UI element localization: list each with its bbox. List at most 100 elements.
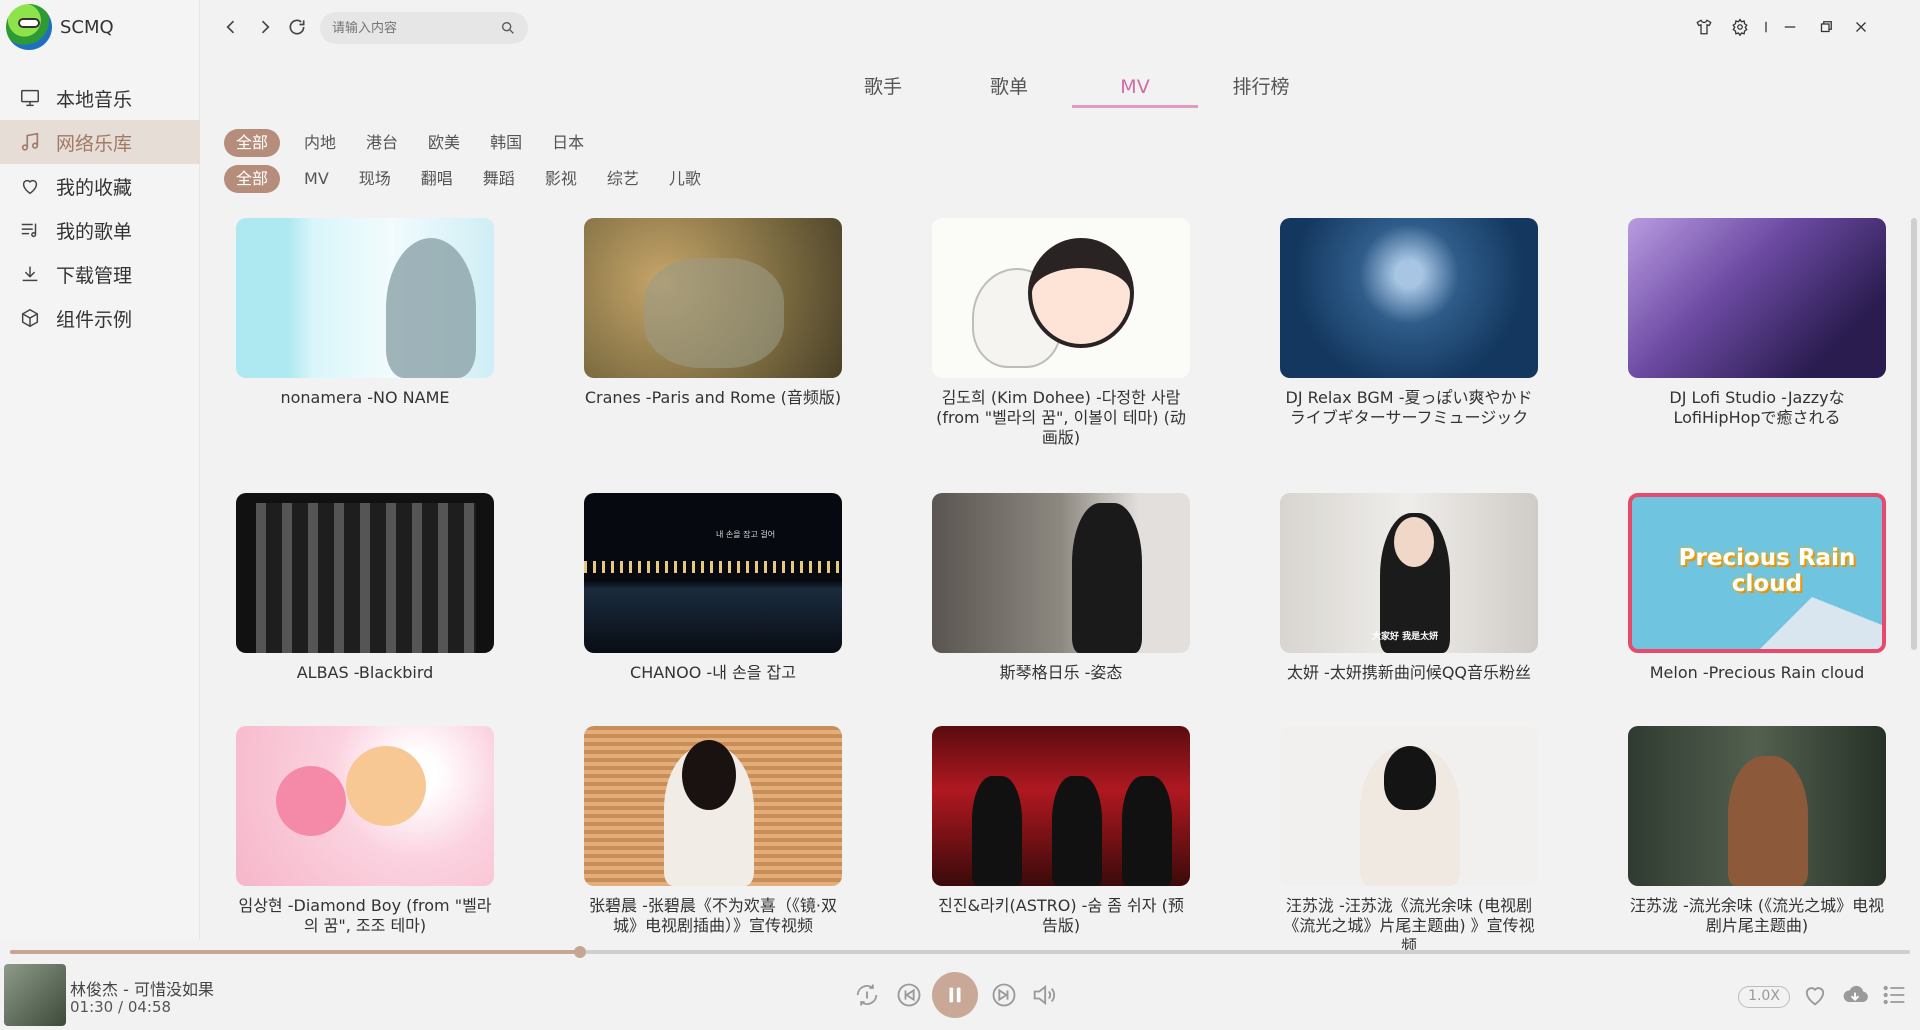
forward-button[interactable] <box>252 14 278 40</box>
refresh-button[interactable] <box>284 14 310 40</box>
mv-thumbnail[interactable] <box>932 493 1190 653</box>
region-chip-japan[interactable]: 日本 <box>546 129 590 157</box>
mv-thumbnail[interactable]: 내 손을 잡고 걸어 <box>584 493 842 653</box>
vertical-scrollbar[interactable] <box>1911 218 1917 650</box>
mv-card[interactable]: 진진&라키(ASTRO) -숨 좀 쉬자 (预告版) <box>932 726 1190 936</box>
speed-button[interactable]: 1.0X <box>1738 986 1790 1008</box>
mv-card[interactable]: 张碧晨 -张碧晨《不为欢喜（《镜·双城》电视剧插曲）》宣传视频 <box>584 726 842 936</box>
skip-next-icon <box>992 983 1016 1007</box>
sidebar-item-my-playlists[interactable]: 我的歌单 <box>0 208 200 252</box>
mv-title[interactable]: 汪苏泷 -流光余味 (《流光之城》电视剧片尾主题曲) <box>1628 896 1886 936</box>
minimize-button[interactable] <box>1777 14 1803 40</box>
mv-card[interactable]: Cranes -Paris and Rome (音频版) <box>584 218 842 408</box>
thumbnail-caption: Precious Rain cloud <box>1678 545 1856 597</box>
type-chip-cover[interactable]: 翻唱 <box>415 165 459 193</box>
play-mode-button[interactable] <box>852 980 882 1010</box>
mv-card[interactable]: DJ Lofi Studio -Jazzyな LofiHipHopで癒される <box>1628 218 1886 428</box>
type-chip-dance[interactable]: 舞蹈 <box>477 165 521 193</box>
mv-thumbnail[interactable] <box>1280 218 1538 378</box>
cube-icon <box>18 306 42 330</box>
mv-thumbnail[interactable] <box>236 218 494 378</box>
mv-title[interactable]: Melon -Precious Rain cloud <box>1628 663 1886 683</box>
like-button[interactable] <box>1800 980 1830 1010</box>
tab-playlists[interactable]: 歌单 <box>946 72 1072 108</box>
playback-progress[interactable] <box>10 946 1910 958</box>
playlist-button[interactable] <box>1880 980 1910 1010</box>
search-input[interactable] <box>332 20 492 36</box>
mv-card[interactable]: nonamera -NO NAME <box>236 218 494 408</box>
tab-charts[interactable]: 排行榜 <box>1198 72 1324 108</box>
mv-title[interactable]: 김도희 (Kim Dohee) -다정한 사람 (from "벨라의 꿈", 이… <box>932 388 1190 448</box>
region-chip-western[interactable]: 欧美 <box>422 129 466 157</box>
mv-thumbnail[interactable]: 大家好 我是太妍 <box>1280 493 1538 653</box>
mv-title[interactable]: DJ Relax BGM -夏っぽい爽やかドライブギターサーフミュージック <box>1280 388 1538 428</box>
close-button[interactable] <box>1848 14 1874 40</box>
mv-title[interactable]: Cranes -Paris and Rome (音频版) <box>584 388 842 408</box>
chevron-left-icon <box>226 20 235 34</box>
type-chip-variety[interactable]: 综艺 <box>601 165 645 193</box>
tab-mv[interactable]: MV <box>1072 72 1198 108</box>
mv-card[interactable]: DJ Relax BGM -夏っぽい爽やかドライブギターサーフミュージック <box>1280 218 1538 428</box>
region-chip-hk-tw[interactable]: 港台 <box>360 129 404 157</box>
album-cover[interactable] <box>4 964 66 1026</box>
mv-thumbnail[interactable] <box>584 218 842 378</box>
sidebar-item-favorites[interactable]: 我的收藏 <box>0 164 200 208</box>
type-chip-mv[interactable]: MV <box>298 165 335 193</box>
mv-title[interactable]: 张碧晨 -张碧晨《不为欢喜（《镜·双城》电视剧插曲）》宣传视频 <box>584 896 842 936</box>
mv-title[interactable]: 太妍 -太妍携新曲问候QQ音乐粉丝 <box>1280 663 1538 683</box>
pause-button[interactable] <box>932 972 978 1018</box>
mv-title[interactable]: 斯琴格日乐 -姿态 <box>932 663 1190 683</box>
sidebar: SCMQ 本地音乐 网络乐库 我的收藏 我的歌单 下载管理 组件示例 <box>0 0 200 940</box>
mv-thumbnail[interactable] <box>1628 726 1886 886</box>
mv-title[interactable]: 임상현 -Diamond Boy (from "벨라의 꿈", 조조 테마) <box>236 896 494 936</box>
mv-thumbnail[interactable] <box>584 726 842 886</box>
type-chip-film[interactable]: 影视 <box>539 165 583 193</box>
back-button[interactable] <box>218 14 244 40</box>
settings-button[interactable] <box>1727 14 1753 40</box>
mv-thumbnail[interactable] <box>236 726 494 886</box>
region-chip-mainland[interactable]: 内地 <box>298 129 342 157</box>
mv-title[interactable]: 진진&라키(ASTRO) -숨 좀 쉬자 (预告版) <box>932 896 1190 936</box>
sidebar-item-downloads[interactable]: 下载管理 <box>0 252 200 296</box>
download-button[interactable] <box>1840 980 1870 1010</box>
sidebar-item-components[interactable]: 组件示例 <box>0 296 200 340</box>
mv-title[interactable]: 汪苏泷 -汪苏泷《流光余味 (电视剧《流光之城》片尾主题曲) 》宣传视频 <box>1280 896 1538 956</box>
mv-card[interactable]: 임상현 -Diamond Boy (from "벨라의 꿈", 조조 테마) <box>236 726 494 936</box>
mv-thumbnail[interactable] <box>932 218 1190 378</box>
mv-card[interactable]: 斯琴格日乐 -姿态 <box>932 493 1190 683</box>
tab-singers[interactable]: 歌手 <box>820 72 946 108</box>
mv-card[interactable]: 내 손을 잡고 걸어 CHANOO -내 손을 잡고 <box>584 493 842 683</box>
mv-title[interactable]: DJ Lofi Studio -Jazzyな LofiHipHopで癒される <box>1628 388 1886 428</box>
mv-card[interactable]: 汪苏泷 -流光余味 (《流光之城》电视剧片尾主题曲) <box>1628 726 1886 936</box>
mv-title[interactable]: ALBAS -Blackbird <box>236 663 494 683</box>
previous-button[interactable] <box>894 980 924 1010</box>
sidebar-item-online-library[interactable]: 网络乐库 <box>0 120 200 164</box>
type-chip-all[interactable]: 全部 <box>224 165 281 193</box>
skin-button[interactable] <box>1691 14 1717 40</box>
type-chip-live[interactable]: 现场 <box>353 165 397 193</box>
mv-title[interactable]: nonamera -NO NAME <box>236 388 494 408</box>
mv-thumbnail[interactable] <box>1628 218 1886 378</box>
mv-card[interactable]: 大家好 我是太妍 太妍 -太妍携新曲问候QQ音乐粉丝 <box>1280 493 1538 683</box>
search-icon[interactable] <box>500 20 516 36</box>
mv-thumbnail[interactable] <box>932 726 1190 886</box>
region-chip-korea[interactable]: 韩国 <box>484 129 528 157</box>
heart-icon <box>1805 987 1825 1006</box>
app-window: SCMQ 本地音乐 网络乐库 我的收藏 我的歌单 下载管理 组件示例 请输入内容… <box>0 0 1920 1030</box>
mv-card[interactable]: ALBAS -Blackbird <box>236 493 494 683</box>
sidebar-item-local-music[interactable]: 本地音乐 <box>0 76 200 120</box>
mv-card[interactable]: 김도희 (Kim Dohee) -다정한 사람 (from "벨라의 꿈", 이… <box>932 218 1190 448</box>
mv-thumbnail[interactable] <box>1280 726 1538 886</box>
type-chip-kids[interactable]: 儿歌 <box>663 165 707 193</box>
mv-title[interactable]: CHANOO -내 손을 잡고 <box>584 663 842 683</box>
mv-card[interactable]: 汪苏泷 -汪苏泷《流光余味 (电视剧《流光之城》片尾主题曲) 》宣传视频 <box>1280 726 1538 956</box>
next-button[interactable] <box>989 980 1019 1010</box>
chevron-right-icon <box>261 20 270 34</box>
mv-card[interactable]: Precious Rain cloud Melon -Precious Rain… <box>1628 493 1886 683</box>
progress-handle[interactable] <box>574 946 586 958</box>
maximize-button[interactable] <box>1813 14 1839 40</box>
mv-thumbnail[interactable] <box>236 493 494 653</box>
region-chip-all[interactable]: 全部 <box>224 129 281 157</box>
mv-thumbnail[interactable]: Precious Rain cloud <box>1628 493 1886 653</box>
volume-button[interactable] <box>1029 980 1059 1010</box>
